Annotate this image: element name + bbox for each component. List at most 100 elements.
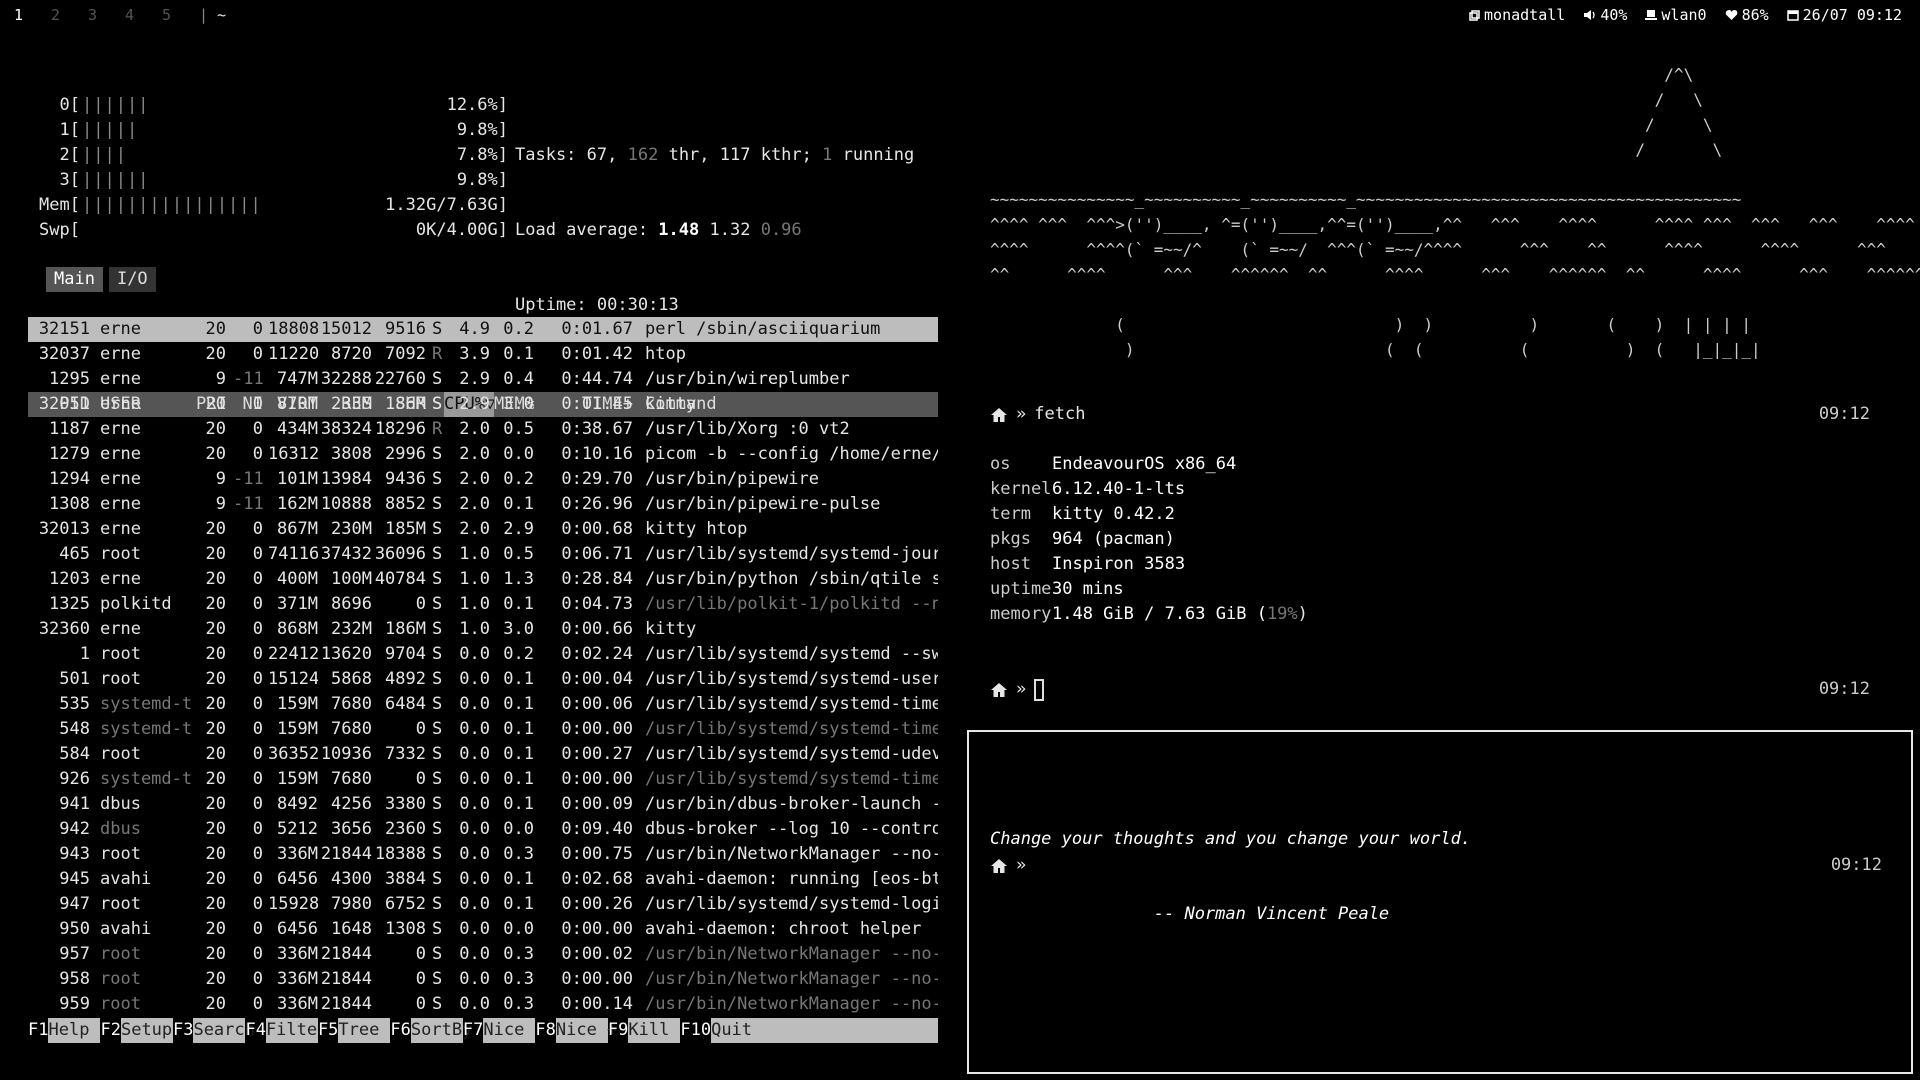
cell-s: S [432,744,443,764]
meter-value: 12.6%] [446,95,508,115]
cell-pri: 20 [205,969,226,989]
process-row[interactable]: 959 root 20 0 336M 21844 0 S 0.0 0.3 0:00.14/usr/b… [28,992,938,1017]
workspace-3[interactable]: 3 [88,6,125,24]
workspace-1[interactable]: 1 [14,6,51,24]
cell-cmd: /usr/bin/NetworkManager --no-daemo [645,944,938,964]
fkey-filter-button[interactable]: F4 Filter [245,1018,327,1043]
cell-pid: 947 [59,894,90,914]
prompt-empty[interactable]: » 09:12 [990,853,1892,878]
cell-pri: 20 [205,944,226,964]
process-row[interactable]: 501 root 20 0 15124 5868 4892 S 0.0 0.1 0:00.04/us… [28,667,938,692]
process-row[interactable]: 548systemd-ti200159M76800S0.00.10:00.00/… [28,717,938,742]
cell-virt: 870M [277,394,318,414]
cell-time: 0:44.74 [561,369,633,389]
cell-pri: 20 [205,569,226,589]
prompt-command: fetch [1034,404,1086,424]
network-widget[interactable]: wlan0 [1645,6,1707,24]
cell-virt: 400M [277,569,318,589]
process-row[interactable]: 957 root 20 0 336M 21844 0 S 0.0 0.3 0:00.02/usr/b… [28,942,938,967]
cell-ni: -11 [233,494,263,514]
process-row[interactable]: 32013 erne 20 0 867M 230M 185M S 2.0 2.9 0:00.68 ki… [28,517,938,542]
fkey-quit-button[interactable]: F10 Quit [680,1018,764,1043]
cell-cmd: /usr/lib/systemd/systemd --switche [645,644,938,664]
cell-res: 21844 [320,994,372,1014]
tab-io[interactable]: I/O [108,267,156,292]
thread-count: 162 [627,145,659,165]
fkey-tree-button[interactable]: F5 Tree [318,1018,391,1043]
terminal-aquarium-fetch[interactable]: /^\ / \ / \ / \ ~~~~~~~~~~~~~~~_~~~~~~~~… [990,62,1920,722]
cell-user: erne [100,494,141,514]
cell-user: systemd-ti [100,694,192,714]
process-row[interactable]: 1325 polkitd 20 0 371M 8696 0 S 1.0 0.1 0:04.73/us… [28,592,938,617]
cell-mem: 0.0 [503,919,534,939]
process-row[interactable]: 584 root 20 0 36352 10936 7332 S 0.0 0.1 0:00.27/u… [28,742,938,767]
process-row[interactable]: 1295 erne 9 -11 747M 32288 22760 S 2.9 0.4 0:44.74… [28,367,938,392]
cell-time: 0:00.00 [561,769,633,789]
cell-user: systemd-ti [100,719,192,739]
cell-ni: 0 [252,594,263,614]
cell-cpu: 0.0 [459,944,490,964]
fkey-nice-button[interactable]: F8 Nice + [535,1018,617,1043]
process-row[interactable]: 1294 erne 9 -11 101M 13984 9436 S 2.0 0.2 0:29.70 /… [28,467,938,492]
cell-s: S [432,619,443,639]
cell-res: 10888 [320,494,372,514]
htop-pane[interactable]: 0[|||||| 12.6%] 1[||||| 9.8%] 2[|||| 7.8%] 3[|… [28,93,938,1053]
volume-widget[interactable]: 40% [1583,6,1627,24]
process-row[interactable]: 950 avahi 20 0 6456 1648 1308 S 0.0 0.0 0:00.00 ava… [28,917,938,942]
cell-user: erne [100,469,141,489]
cell-user: root [100,994,141,1014]
terminal-quote[interactable]: Change your thoughts and you change your… [967,730,1913,1074]
fkey-kill-button[interactable]: F9 Kill [608,1018,681,1043]
process-row[interactable]: 941 dbus 20 0 8492 4256 3380 S 0.0 0.1 0:00.09/usr… [28,792,938,817]
running-label: running [832,145,915,165]
cell-pid: 941 [59,794,90,814]
cell-ni: 0 [252,769,263,789]
process-row[interactable]: 32151 erne 20 0 18808 15012 9516 S 4.9 0.2 0:01.67… [28,317,938,342]
kthr-count: 117 kthr; [719,145,823,165]
cell-shr: 1308 [385,919,426,939]
cell-virt: 22412 [268,644,318,664]
fkey-nice-button[interactable]: F7 Nice - [463,1018,545,1043]
workspace-5[interactable]: 5 [162,6,199,24]
prompt-input[interactable]: » 09:12 [990,677,1880,702]
process-row[interactable]: 32360 erne 20 0 868M 232M 186M S 1.0 3.0 0:00.66 ki… [28,617,938,642]
cell-res: 32288 [320,369,372,389]
process-row[interactable]: 1308 erne 9 -11 162M 10888 8852 S 2.0 0.1 0:26.96 /… [28,492,938,517]
cell-time: 0:01.45 [561,394,633,414]
workspace-2[interactable]: 2 [51,6,88,24]
cell-ni: 0 [252,544,263,564]
process-row[interactable]: 1 root 20 0 22412 13620 9704 S 0.0 0.2 0:02.24/usr… [28,642,938,667]
cell-mem: 0.3 [503,944,534,964]
process-row[interactable]: 1203 erne 20 0 400M 100M 40784 S 1.0 1.3 0:28.84/u… [28,567,938,592]
cell-mem: 1.3 [503,569,534,589]
tab-main[interactable]: Main [46,267,103,292]
cell-shr: 7092 [385,344,426,364]
cell-pri: 20 [205,444,226,464]
process-row[interactable]: 465 root 20 0 74116 37432 36096 S 1.0 0.5 0:06.71 /… [28,542,938,567]
process-row[interactable]: 943 root 20 0 336M 21844 18388 S 0.0 0.3 0:00.75/u… [28,842,938,867]
process-row[interactable]: 32037 erne 20 0 11220 8720 7092 R 3.9 0.1 0:01.42 h… [28,342,938,367]
fkey-help-button[interactable]: F1 Help [28,1018,101,1043]
fkey-setup-button[interactable]: F2 Setup [100,1018,173,1043]
fkey-search-button[interactable]: F3 Search [173,1018,255,1043]
process-row[interactable]: 32051 erne 20 0 870M 233M 186M S 2.9 3.0 0:01.45 ki… [28,392,938,417]
process-row[interactable]: 926systemd-ti200159M76800S0.00.10:00.00/… [28,767,938,792]
process-row[interactable]: 1279 erne 20 0 16312 3808 2996 S 2.0 0.0 0:10.16 pi… [28,442,938,467]
fetch-output: os EndeavourOS x86_64 kernel 6.12.40-1-lts t… [990,452,1308,627]
process-row[interactable]: 942 dbus 20 0 5212 3656 2360 S 0.0 0.0 0:09.40 dbus… [28,817,938,842]
process-row[interactable]: 958 root 20 0 336M 21844 0 S 0.0 0.3 0:00.00/usr/b… [28,967,938,992]
process-row[interactable]: 535 systemd-ti 20 0 159M 7680 6484 S 0.0 0.1 0:00.… [28,692,938,717]
cell-ni: 0 [252,644,263,664]
process-row[interactable]: 1187 erne 20 0 434M 38324 18296 R 2.0 0.5 0:38.67 /… [28,417,938,442]
cell-virt: 6456 [277,919,318,939]
uptime-label: Uptime: [515,295,597,315]
load-1: 1.48 [658,220,700,240]
layout-indicator[interactable]: ~ [217,6,254,24]
fkey-label: SortBy [410,1018,472,1043]
process-row[interactable]: 947 root 20 0 15928 7980 6752 S 0.0 0.1 0:00.26/us… [28,892,938,917]
cell-pri: 20 [205,394,226,414]
workspace-4[interactable]: 4 [125,6,162,24]
process-row[interactable]: 945 avahi 20 0 6456 4300 3884 S 0.0 0.1 0:02.68 ava… [28,867,938,892]
cell-cmd: /usr/bin/NetworkManager --no-daemo [645,969,938,989]
fkey-sortby-button[interactable]: F6 SortBy [390,1018,472,1043]
